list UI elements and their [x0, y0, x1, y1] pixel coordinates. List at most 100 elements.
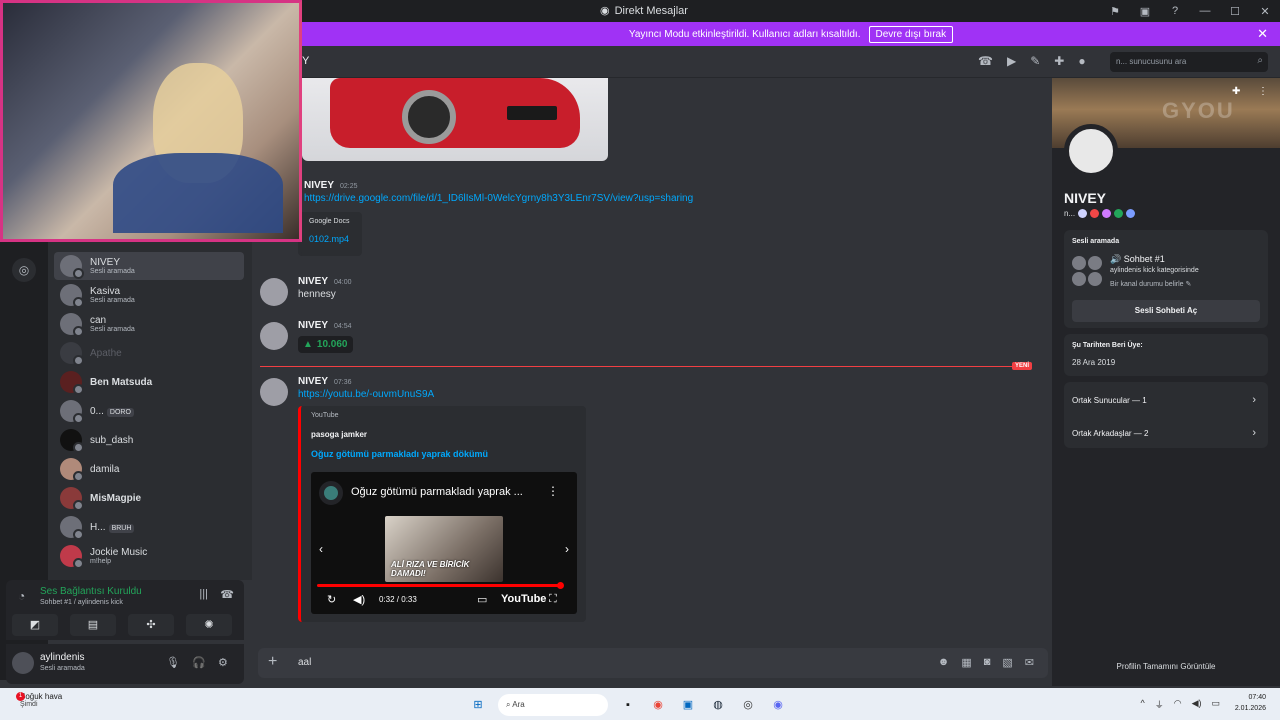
chevron-up-icon[interactable]: ^ [1140, 698, 1144, 711]
search-input[interactable]: n... sunucusunu ara ⌕ [1110, 52, 1268, 72]
avatar[interactable] [260, 378, 288, 406]
embed-title-link[interactable]: 0102.mp4 [309, 234, 349, 244]
mutual-servers-row[interactable]: Ortak Sunucular — 1 › [1072, 394, 1260, 406]
replay-icon[interactable]: ↻ [327, 593, 336, 606]
close-icon[interactable]: ✕ [1257, 26, 1268, 42]
wifi-icon[interactable]: ◠ [1174, 698, 1182, 711]
streamer-mode-banner: Yayıncı Modu etkinleştirildi. Kullanıcı … [302, 22, 1280, 46]
embed-author[interactable]: pasoga jamker [311, 430, 367, 439]
dm-item[interactable]: 0... DORO [54, 397, 244, 425]
usb-icon[interactable]: ⏚ [1155, 698, 1164, 711]
message-composer[interactable]: + aal ☻ ▦ ◙ ▧ ✉ [258, 648, 1048, 678]
minimize-button[interactable]: — [1190, 5, 1220, 17]
dm-item[interactable]: Apathe [54, 339, 244, 367]
youtube-logo[interactable]: YouTube [501, 593, 546, 605]
message-link[interactable]: https://drive.google.com/file/d/1_ID6lIs… [304, 193, 693, 204]
gift-icon[interactable]: ✉ [1025, 656, 1034, 669]
open-voice-chat-button[interactable]: Sesli Sohbeti Aç [1072, 300, 1260, 322]
fullscreen-icon[interactable]: ⛶ [549, 593, 557, 606]
volume-icon[interactable]: ◀) [353, 593, 365, 606]
channel-avatar[interactable] [319, 481, 343, 505]
sticker-icon[interactable]: ◙ [984, 656, 991, 669]
dm-item[interactable]: Ben Matsuda [54, 368, 244, 396]
participant-avatars [1072, 256, 1106, 290]
pin-icon[interactable]: ✎ [1030, 54, 1040, 68]
video-thumbnail[interactable]: ALİ RIZA VE BİRİCİK DAMADI! [385, 516, 503, 582]
more-options-icon[interactable]: ⋮ [547, 484, 559, 498]
dm-item[interactable]: sub_dash [54, 426, 244, 454]
dm-item[interactable]: can Sesli aramada [54, 310, 244, 338]
avatar[interactable] [260, 278, 288, 306]
voice-call-icon[interactable]: ☎ [978, 54, 993, 68]
settings-icon[interactable]: ⚙ [218, 656, 228, 669]
volume-icon[interactable]: ◀) [1192, 698, 1202, 711]
noise-suppression-icon[interactable]: ||| [199, 588, 208, 600]
add-friend-icon[interactable]: ✚ [1232, 86, 1240, 97]
disconnect-icon[interactable]: ☎ [220, 588, 234, 601]
chat-area: NIVEY 02:25 https://drive.google.com/file… [252, 78, 1052, 678]
maximize-button[interactable]: ☐ [1220, 5, 1250, 18]
status-badge: BRUH [108, 523, 135, 533]
discord-icon: ◉ [600, 5, 610, 17]
task-view-icon[interactable]: ▪ [618, 695, 638, 715]
view-full-profile-link[interactable]: Profilin Tamamını Görüntüle [1052, 662, 1280, 671]
discover-icon[interactable]: ◎ [12, 258, 36, 282]
more-icon[interactable]: ⋮ [1258, 86, 1268, 97]
add-friends-icon[interactable]: ✚ [1054, 54, 1064, 68]
link-embed: Google Docs 0102.mp4 [298, 212, 362, 256]
discord-icon[interactable]: ◉ [768, 695, 788, 715]
video-call-icon[interactable]: ▶ [1007, 54, 1016, 68]
voice-status[interactable]: Ses Bağlantısı Kuruldu [40, 586, 142, 597]
user-panel: aylindenis Sesli aramada 🎙 🎧 ⚙ [6, 644, 244, 684]
dm-item[interactable]: H... BRUH [54, 513, 244, 541]
embed-title-link[interactable]: Oğuz götümü parmakladı yaprak dökümü [311, 449, 488, 459]
username[interactable]: aylindenis [40, 652, 84, 663]
message-input[interactable]: aal [298, 657, 311, 668]
profile-avatar[interactable] [1064, 124, 1118, 178]
dm-item[interactable]: MisMagpie [54, 484, 244, 512]
close-window-button[interactable]: ✕ [1250, 5, 1280, 18]
video-title[interactable]: Oğuz götümü parmakladı yaprak ... [351, 486, 523, 498]
start-icon[interactable]: ⊞ [468, 695, 488, 715]
user-profile-icon[interactable]: ● [1078, 54, 1085, 68]
progress-bar[interactable] [317, 582, 565, 589]
headphones-icon[interactable]: 🎧 [192, 656, 206, 669]
mutual-friends-row[interactable]: Ortak Arkadaşlar — 2 › [1072, 427, 1260, 439]
disable-streamer-mode-button[interactable]: Devre dışı bırak [868, 25, 954, 43]
dm-item[interactable]: NIVEY Sesli aramada [54, 252, 244, 280]
voice-activity-card: Sesli aramada 🔊 Sohbet #1 aylindenis kic… [1064, 230, 1268, 328]
avatar[interactable] [12, 652, 34, 674]
app-icon[interactable]: ◎ [738, 695, 758, 715]
add-attachment-icon[interactable]: + [268, 653, 277, 671]
soundboard-icon[interactable]: ✺ [186, 614, 232, 636]
message-link[interactable]: https://youtu.be/-ouvmUnuS9A [298, 389, 434, 400]
chrome-icon[interactable]: ◉ [648, 695, 668, 715]
flag-icon[interactable]: ⚑ [1100, 5, 1130, 18]
battery-icon[interactable]: ▭ [1211, 698, 1220, 711]
avatar[interactable] [260, 322, 288, 350]
screen-share-icon[interactable]: ▤ [70, 614, 116, 636]
clock[interactable]: 07:40 2.01.2026 [1235, 693, 1266, 714]
activities-icon[interactable]: ✣ [128, 614, 174, 636]
dm-item[interactable]: Jockie Music m!help [54, 542, 244, 570]
video-player[interactable]: Oğuz götümü parmakladı yaprak ... ⋮ ‹ AL… [311, 472, 577, 614]
steam-icon[interactable]: ◍ [708, 695, 728, 715]
dm-item[interactable]: damila [54, 455, 244, 483]
chevron-left-icon[interactable]: ‹ [319, 542, 323, 556]
chevron-right-icon[interactable]: › [565, 542, 569, 556]
weather-widget[interactable]: 1 Soğuk hava Şimdi [16, 692, 62, 708]
captions-icon[interactable]: ▭ [477, 593, 487, 606]
microphone-icon[interactable]: 🎙 [166, 656, 180, 669]
channel-status[interactable]: Bir kanal durumu belirle ✎ [1110, 280, 1191, 288]
store-icon[interactable]: ▣ [678, 695, 698, 715]
image-icon[interactable]: ▧ [1002, 656, 1012, 669]
help-icon[interactable]: ? [1160, 5, 1190, 17]
attachment-image[interactable] [302, 78, 608, 161]
gif-icon[interactable]: ▦ [961, 656, 971, 669]
dm-item[interactable]: Kasiva Sesli aramada [54, 281, 244, 309]
signal-icon[interactable]: ◔ [18, 589, 25, 603]
taskbar-search[interactable]: ⌕ Ara [498, 694, 608, 716]
apps-icon[interactable]: ☻ [938, 656, 950, 669]
camera-off-icon[interactable]: ◩ [12, 614, 58, 636]
inbox-icon[interactable]: ▣ [1130, 5, 1160, 18]
